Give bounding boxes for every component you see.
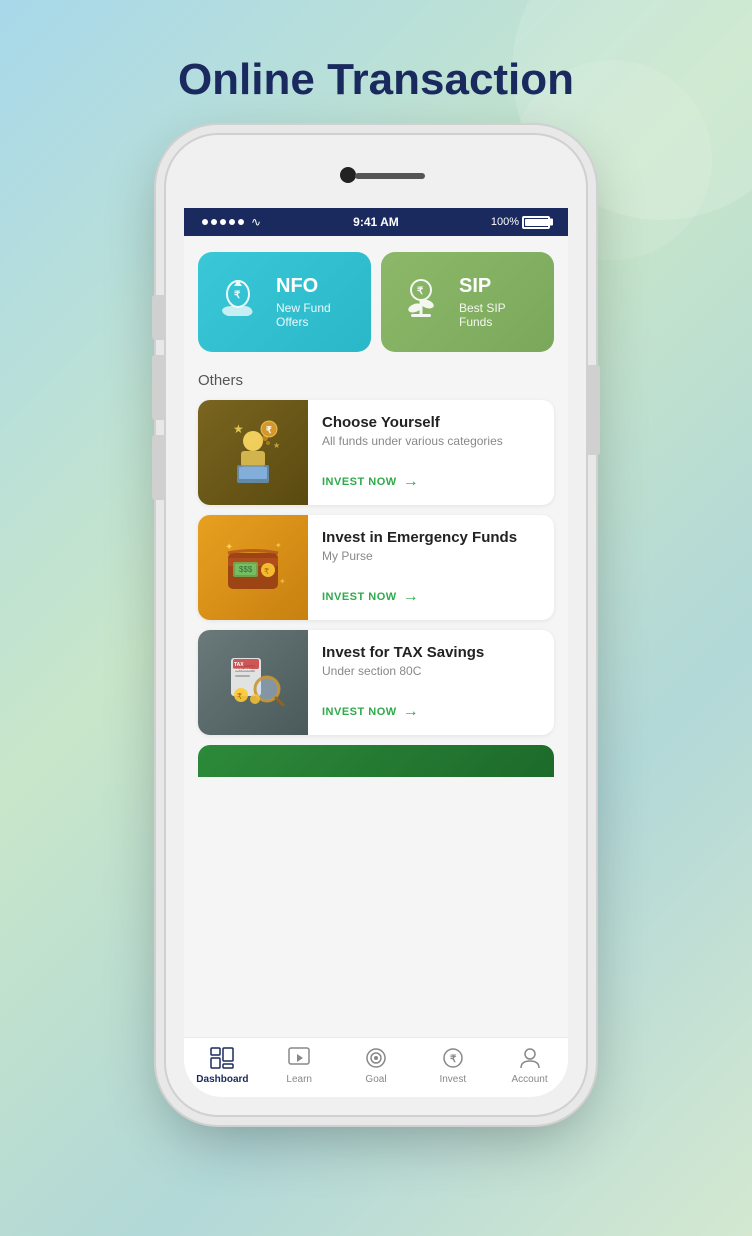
- choose-yourself-content: Choose Yourself All funds under various …: [308, 400, 554, 505]
- battery-bar: [522, 216, 550, 229]
- emergency-funds-image: $$$ ₹ ✦ ✦ ✦: [198, 515, 308, 620]
- svg-text:₹: ₹: [237, 692, 242, 701]
- nfo-card-icon: ₹: [212, 276, 264, 328]
- tax-savings-image: TAX RETURN ₹: [198, 630, 308, 735]
- tax-savings-cta-label: INVEST NOW: [322, 706, 397, 718]
- tax-savings-title: Invest for TAX Savings: [322, 644, 540, 661]
- signal-dot-1: [202, 219, 208, 225]
- power-button: [586, 365, 600, 455]
- svg-text:✦: ✦: [225, 542, 233, 553]
- goal-nav-label: Goal: [365, 1074, 386, 1085]
- invest-arrow-2: →: [403, 588, 420, 606]
- svg-text:₹: ₹: [234, 290, 241, 301]
- main-content: ₹ NFO New Fund Offers: [184, 236, 568, 1037]
- list-item[interactable]: TAX RETURN ₹ Invest for TAX Savings: [198, 630, 554, 735]
- status-bar: ∿ 9:41 AM 100%: [184, 208, 568, 236]
- nav-item-goal[interactable]: Goal: [338, 1046, 415, 1085]
- svg-text:₹: ₹: [450, 1054, 457, 1065]
- invest-icon: ₹: [440, 1046, 466, 1070]
- choose-yourself-cta[interactable]: INVEST NOW →: [322, 473, 540, 491]
- volume-down-button: [152, 355, 166, 420]
- learn-icon: [286, 1046, 312, 1070]
- choose-yourself-subtitle: All funds under various categories: [322, 434, 540, 448]
- account-icon: [517, 1046, 543, 1070]
- partial-card-bottom: [198, 745, 554, 777]
- account-nav-label: Account: [512, 1074, 548, 1085]
- choose-yourself-image: ₹ ★ ★: [198, 400, 308, 505]
- tax-savings-illustration: TAX RETURN ₹: [213, 643, 293, 723]
- nav-item-dashboard[interactable]: Dashboard: [184, 1046, 261, 1085]
- front-camera: [340, 167, 356, 183]
- status-time: 9:41 AM: [353, 215, 399, 229]
- nfo-card[interactable]: ₹ NFO New Fund Offers: [198, 252, 371, 352]
- sip-card-icon: ₹: [395, 276, 447, 328]
- tax-savings-cta[interactable]: INVEST NOW →: [322, 703, 540, 721]
- choose-yourself-cta-label: INVEST NOW: [322, 476, 397, 488]
- svg-text:★: ★: [233, 422, 244, 436]
- bottom-navigation: Dashboard Learn: [184, 1037, 568, 1097]
- dashboard-nav-label: Dashboard: [196, 1074, 248, 1085]
- wifi-icon: ∿: [251, 215, 261, 229]
- nav-item-invest[interactable]: ₹ Invest: [414, 1046, 491, 1085]
- sip-subtitle: Best SIP Funds: [459, 301, 540, 329]
- dashboard-icon: [209, 1046, 235, 1070]
- learn-nav-label: Learn: [286, 1074, 312, 1085]
- battery-indicator: 100%: [491, 216, 550, 229]
- list-item[interactable]: ₹ ★ ★ Choose Yourself All funds under va…: [198, 400, 554, 505]
- signal-dot-3: [220, 219, 226, 225]
- phone-top-bezel: [184, 153, 568, 208]
- svg-text:✦: ✦: [279, 577, 286, 586]
- phone-device: ∿ 9:41 AM 100%: [166, 135, 586, 1115]
- sip-title: SIP: [459, 275, 540, 298]
- emergency-funds-cta-label: INVEST NOW: [322, 591, 397, 603]
- nfo-subtitle: New Fund Offers: [276, 301, 357, 329]
- silent-button: [152, 435, 166, 500]
- nav-item-account[interactable]: Account: [491, 1046, 568, 1085]
- signal-dot-4: [229, 219, 235, 225]
- svg-text:₹: ₹: [264, 567, 269, 576]
- svg-text:★: ★: [273, 441, 280, 450]
- svg-text:₹: ₹: [417, 286, 424, 297]
- choose-yourself-title: Choose Yourself: [322, 414, 540, 431]
- others-section-label: Others: [184, 362, 568, 395]
- sip-card[interactable]: ₹ SIP Best SIP Funds: [381, 252, 554, 352]
- choose-yourself-illustration: ₹ ★ ★: [213, 413, 293, 493]
- nav-item-learn[interactable]: Learn: [261, 1046, 338, 1085]
- emergency-funds-cta[interactable]: INVEST NOW →: [322, 588, 540, 606]
- nfo-card-text: NFO New Fund Offers: [276, 275, 357, 329]
- svg-text:RETURN: RETURN: [234, 667, 251, 672]
- svg-text:$$$: $$$: [239, 565, 253, 574]
- earpiece-speaker: [355, 173, 425, 179]
- emergency-funds-subtitle: My Purse: [322, 549, 540, 563]
- tax-savings-content: Invest for TAX Savings Under section 80C…: [308, 630, 554, 735]
- signal-dot-2: [211, 219, 217, 225]
- invest-arrow-1: →: [403, 473, 420, 491]
- list-item[interactable]: $$$ ₹ ✦ ✦ ✦ Invest in Emergency Funds My…: [198, 515, 554, 620]
- top-cards-row: ₹ NFO New Fund Offers: [184, 236, 568, 362]
- svg-text:₹: ₹: [266, 425, 272, 435]
- sip-card-text: SIP Best SIP Funds: [459, 275, 540, 329]
- tax-savings-subtitle: Under section 80C: [322, 664, 540, 678]
- emergency-funds-content: Invest in Emergency Funds My Purse INVES…: [308, 515, 554, 620]
- signal-dot-5: [238, 219, 244, 225]
- nfo-title: NFO: [276, 275, 357, 298]
- page-title: Online Transaction: [178, 55, 574, 105]
- battery-fill: [525, 219, 549, 226]
- invest-nav-label: Invest: [439, 1074, 466, 1085]
- battery-percentage: 100%: [491, 216, 519, 228]
- svg-text:✦: ✦: [275, 541, 282, 550]
- phone-screen: ∿ 9:41 AM 100%: [184, 153, 568, 1097]
- signal-indicators: ∿: [202, 215, 261, 229]
- volume-up-button: [152, 295, 166, 340]
- emergency-funds-illustration: $$$ ₹ ✦ ✦ ✦: [213, 528, 293, 608]
- emergency-funds-title: Invest in Emergency Funds: [322, 529, 540, 546]
- invest-arrow-3: →: [403, 703, 420, 721]
- goal-icon: [363, 1046, 389, 1070]
